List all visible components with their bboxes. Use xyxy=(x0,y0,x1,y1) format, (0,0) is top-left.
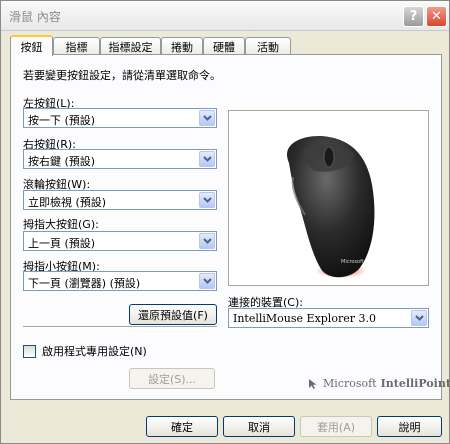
thumb-large-button-value: 上一頁 (預設) xyxy=(28,237,96,250)
cancel-button[interactable]: 取消 xyxy=(223,416,295,437)
close-icon: ✕ xyxy=(431,9,442,24)
connected-device-select[interactable]: IntelliMouse Explorer 3.0 xyxy=(228,308,429,328)
mouse-properties-dialog: 滑鼠 內容 ? ✕ 按鈕 指標 指標設定 捲動 硬體 活動 若要變更按鈕設定，請… xyxy=(0,0,450,444)
chevron-down-icon[interactable] xyxy=(199,233,215,249)
right-button-select[interactable]: 按右鍵 (預設) xyxy=(23,149,217,169)
left-button-select[interactable]: 按一下 (預設) xyxy=(23,108,217,128)
question-mark-icon: ? xyxy=(409,9,418,24)
tab-activity[interactable]: 活動 xyxy=(245,37,291,55)
left-button-value: 按一下 (預設) xyxy=(28,114,96,127)
settings-button[interactable]: 設定(S)... xyxy=(129,368,215,389)
connected-device-value: IntelliMouse Explorer 3.0 xyxy=(233,312,376,325)
logo-brand: Microsoft xyxy=(323,377,377,390)
chevron-down-icon[interactable] xyxy=(199,273,215,289)
chevron-down-icon[interactable] xyxy=(199,110,215,126)
app-specific-label: 啟用程式專用設定(N) xyxy=(42,345,147,358)
chevron-down-icon[interactable] xyxy=(199,151,215,167)
tab-wheel[interactable]: 捲動 xyxy=(161,37,203,55)
window-title: 滑鼠 內容 xyxy=(9,10,61,24)
app-specific-checkbox[interactable] xyxy=(23,344,36,358)
help-button[interactable]: 說明 xyxy=(377,416,442,437)
pointer-arrow-icon xyxy=(309,378,317,389)
wheel-button-select[interactable]: 立即檢視 (預設) xyxy=(23,190,217,210)
close-title-button[interactable]: ✕ xyxy=(426,6,447,27)
ok-button[interactable]: 確定 xyxy=(146,416,218,437)
chevron-down-icon[interactable] xyxy=(199,192,215,208)
tab-pointers[interactable]: 指標 xyxy=(53,37,100,55)
tab-pointer-options[interactable]: 指標設定 xyxy=(100,37,161,55)
thumb-large-button-label: 拇指大按鈕(G): xyxy=(23,218,99,231)
intellipoint-logo: Microsoft IntelliPoint xyxy=(307,377,450,390)
section-divider xyxy=(23,326,217,328)
title-bar[interactable]: 滑鼠 內容 ? ✕ xyxy=(1,1,449,31)
thumb-small-button-select[interactable]: 下一頁 (瀏覽器) (預設) xyxy=(23,271,217,291)
help-title-button[interactable]: ? xyxy=(403,6,424,27)
tab-buttons[interactable]: 按鈕 xyxy=(10,35,53,56)
right-button-value: 按右鍵 (預設) xyxy=(28,155,96,168)
buttons-tab-panel: 若要變更按鈕設定，請從清單選取命令。 左按鈕(L): 按一下 (預設) 右按鈕(… xyxy=(10,54,450,400)
app-specific-settings-row[interactable]: 啟用程式專用設定(N) xyxy=(23,343,147,359)
chevron-down-icon[interactable] xyxy=(411,310,427,326)
logo-product: IntelliPoint xyxy=(380,377,450,390)
mouse-image: Microsoft xyxy=(228,110,429,286)
mouse-badge-text: Microsoft xyxy=(341,259,364,265)
thumb-large-button-select[interactable]: 上一頁 (預設) xyxy=(23,231,217,251)
mouse-illustration: Microsoft xyxy=(287,136,375,278)
instruction-text: 若要變更按鈕設定，請從清單選取命令。 xyxy=(23,69,221,82)
apply-button[interactable]: 套用(A) xyxy=(300,416,372,437)
thumb-small-button-value: 下一頁 (瀏覽器) (預設) xyxy=(28,277,141,290)
wheel-button-value: 立即檢視 (預設) xyxy=(28,196,107,209)
restore-defaults-button[interactable]: 還原預設值(F) xyxy=(129,304,217,325)
tab-hardware[interactable]: 硬體 xyxy=(203,37,245,55)
